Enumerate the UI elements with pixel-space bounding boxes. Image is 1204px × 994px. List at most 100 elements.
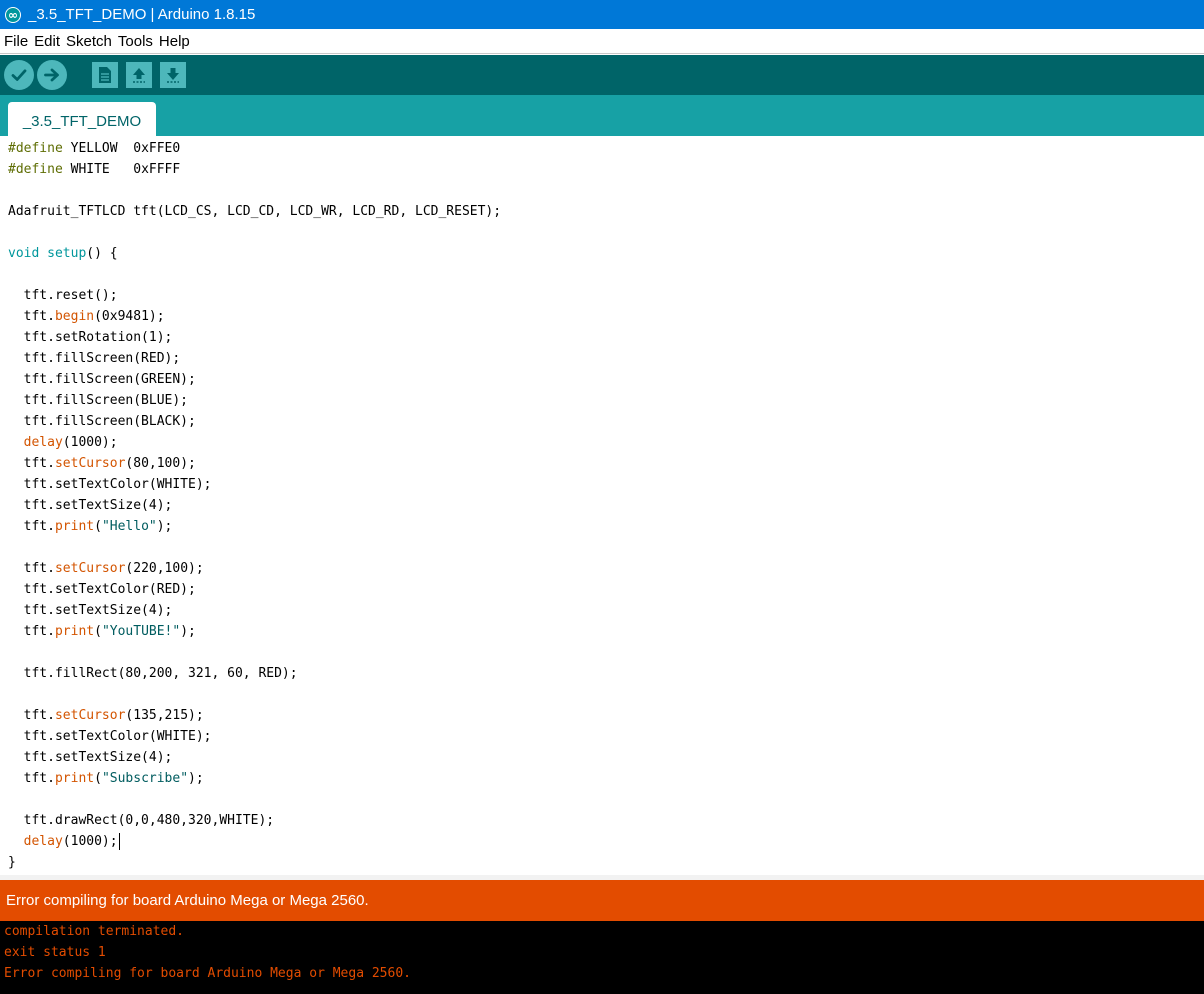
code-line: tft.reset(); (8, 285, 118, 306)
status-message: Error compiling for board Arduino Mega o… (0, 880, 1204, 921)
code-token: tft. (8, 624, 55, 639)
code-token: WHITE 0xFFFF (62, 162, 181, 177)
code-token: tft.setTextColor(WHITE); (8, 477, 212, 492)
save-icon (167, 68, 179, 83)
code-line: #define YELLOW 0xFFE0 (8, 138, 180, 159)
code-token-fn: delay (23, 834, 63, 849)
code-line: tft.fillScreen(GREEN); (8, 369, 196, 390)
code-token: tft.setTextColor(WHITE); (8, 729, 212, 744)
code-line: tft.fillRect(80,200, 321, 60, RED); (8, 663, 298, 684)
code-token-fn: print (54, 771, 95, 786)
code-token: tft.setRotation(1); (8, 330, 173, 345)
upload-button[interactable] (37, 60, 67, 90)
open-button[interactable] (126, 62, 152, 88)
tab-sketch[interactable]: _3.5_TFT_DEMO (8, 102, 156, 136)
code-token: tft. (8, 309, 55, 324)
code-token: ); (188, 771, 204, 786)
code-line: tft.begin(0x9481); (8, 306, 165, 327)
code-token: ); (156, 519, 173, 534)
code-line: tft.fillScreen(BLACK); (8, 411, 196, 432)
code-token-fn: print (54, 519, 95, 534)
code-line: delay(1000); (8, 831, 120, 852)
title-bar: _3.5_TFT_DEMO | Arduino 1.8.15 (0, 0, 1204, 29)
code-token-fn: setCursor (54, 708, 126, 723)
menu-tools[interactable]: Tools (118, 29, 153, 54)
code-line: tft.setTextSize(4); (8, 747, 173, 768)
code-line: #define WHITE 0xFFFF (8, 159, 180, 180)
code-token: tft.drawRect(0,0,480,320,WHITE); (8, 813, 275, 828)
code-token: tft.setTextSize(4); (8, 750, 173, 765)
code-token-fn: setCursor (54, 456, 126, 471)
console-line: Error compiling for board Arduino Mega o… (4, 966, 411, 981)
code-token: (80,100); (125, 456, 196, 471)
code-token: tft.reset(); (8, 288, 118, 303)
code-line: } (8, 852, 16, 873)
code-line: tft.fillScreen(RED); (8, 348, 181, 369)
new-icon (99, 67, 111, 83)
upload-icon (44, 68, 59, 82)
code-line: tft.print("Subscribe"); (8, 768, 204, 789)
code-token: tft.fillScreen(BLACK); (8, 414, 196, 429)
code-line: tft.setRotation(1); (8, 327, 173, 348)
code-token: () { (86, 246, 118, 261)
menu-bar: File Edit Sketch Tools Help (0, 29, 1204, 54)
code-line: tft.setTextColor(WHITE); (8, 474, 212, 495)
code-token-fn: begin (54, 309, 95, 324)
code-line: void setup() { (8, 243, 118, 264)
code-token: tft.fillScreen(GREEN); (8, 372, 196, 387)
text-caret (118, 833, 120, 850)
console-output[interactable]: compilation terminated. exit status 1 Er… (0, 921, 1204, 994)
code-line: tft.print("YouTUBE!"); (8, 621, 196, 642)
code-token: (135,215); (125, 708, 204, 723)
menu-file[interactable]: File (4, 29, 28, 54)
code-token: tft.fillScreen(BLUE); (8, 393, 189, 408)
code-token: ); (180, 624, 196, 639)
code-token: (0x9481); (94, 309, 165, 324)
console-line: exit status 1 (4, 945, 106, 960)
code-line: delay(1000); (8, 432, 118, 453)
console-line: compilation terminated. (4, 924, 185, 939)
arduino-icon (5, 6, 21, 23)
code-token-fn: setCursor (54, 561, 126, 576)
code-token-str: "Hello" (101, 519, 157, 534)
code-token: ( (94, 519, 102, 534)
code-line: tft.drawRect(0,0,480,320,WHITE); (8, 810, 274, 831)
code-token: } (8, 855, 16, 870)
code-editor[interactable]: #define YELLOW 0xFFE0 #define WHITE 0xFFF… (0, 136, 1204, 875)
code-token: YELLOW 0xFFE0 (62, 141, 181, 156)
code-token-str: "Subscribe" (101, 771, 189, 786)
tab-bar: _3.5_TFT_DEMO (0, 95, 1204, 136)
window-title: _3.5_TFT_DEMO | Arduino 1.8.15 (28, 6, 256, 23)
code-token: tft. (8, 561, 55, 576)
code-line: tft.print("Hello"); (8, 516, 173, 537)
save-button[interactable] (160, 62, 186, 88)
code-token-str: "YouTUBE!" (101, 624, 181, 639)
code-token: tft.setTextSize(4); (8, 603, 173, 618)
new-button[interactable] (92, 62, 118, 88)
code-line: tft.setCursor(135,215); (8, 705, 204, 726)
code-token: tft.fillRect(80,200, 321, 60, RED); (8, 666, 298, 681)
code-token-fn: print (54, 624, 95, 639)
code-token: tft. (8, 519, 55, 534)
open-icon (133, 68, 145, 83)
code-token: (1000); (62, 435, 118, 450)
code-token: ( (94, 624, 102, 639)
code-line: tft.setTextColor(WHITE); (8, 726, 212, 747)
code-line: tft.setTextSize(4); (8, 495, 173, 516)
code-token-pre: #define (8, 141, 63, 156)
code-token: tft. (8, 708, 55, 723)
code-line: tft.setCursor(220,100); (8, 558, 204, 579)
code-token-pre: #define (8, 162, 63, 177)
verify-button[interactable] (4, 60, 34, 90)
code-token: tft.fillScreen(RED); (8, 351, 181, 366)
menu-edit[interactable]: Edit (34, 29, 60, 54)
code-token: (220,100); (125, 561, 204, 576)
menu-help[interactable]: Help (159, 29, 190, 54)
code-token-fn: delay (23, 435, 63, 450)
menu-sketch[interactable]: Sketch (66, 29, 112, 54)
code-token: tft.setTextSize(4); (8, 498, 173, 513)
code-token: (1000); (62, 834, 118, 849)
